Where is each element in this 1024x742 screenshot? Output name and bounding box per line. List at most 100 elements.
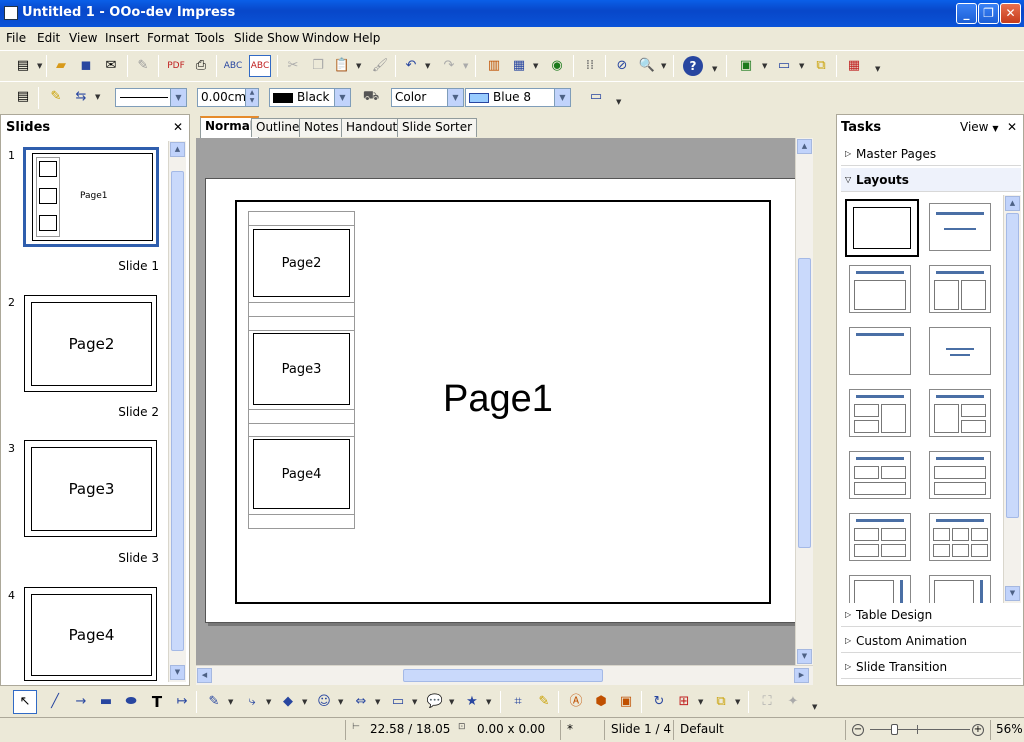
zoom-slider-thumb[interactable]: [891, 724, 898, 735]
chart-icon[interactable]: ▥: [485, 57, 503, 75]
section-layouts[interactable]: ▽ Layouts: [841, 168, 1021, 192]
paste-icon[interactable]: 📋: [333, 57, 351, 75]
zoom-slider[interactable]: [870, 729, 970, 730]
email-icon[interactable]: ✉: [102, 57, 120, 75]
extrusion-icon[interactable]: ⛶: [758, 693, 776, 711]
edit-file-icon[interactable]: ✎: [134, 57, 152, 75]
frame-page2[interactable]: Page2: [253, 229, 350, 297]
frame-page4[interactable]: Page4: [253, 439, 350, 509]
points-icon[interactable]: ⌗: [509, 693, 527, 711]
interaction-icon[interactable]: ✦: [784, 693, 802, 711]
tab-outline[interactable]: Outline: [251, 118, 305, 137]
scroll-thumb[interactable]: [171, 171, 184, 651]
menu-view[interactable]: View: [69, 31, 97, 45]
slide-title[interactable]: Page1: [443, 378, 553, 421]
menu-slide-show[interactable]: Slide Show: [234, 31, 299, 45]
scroll-down-icon[interactable]: ▼: [170, 665, 185, 680]
slide-icon[interactable]: ▣: [737, 57, 755, 75]
line-style-select[interactable]: ▼: [115, 88, 187, 107]
area-style-select[interactable]: Color ▼: [391, 88, 464, 107]
scroll-thumb[interactable]: [798, 258, 811, 548]
compass-icon[interactable]: ⊘: [613, 57, 631, 75]
layout-title-4content[interactable]: [849, 513, 911, 561]
right-splitter[interactable]: [815, 114, 835, 686]
export-pdf-icon[interactable]: PDF: [167, 57, 185, 75]
layout-vertical-title[interactable]: [849, 575, 911, 603]
slides-scrollbar[interactable]: ▲ ▼: [168, 141, 186, 682]
layout-title-only[interactable]: [929, 203, 991, 251]
text-icon[interactable]: T: [148, 693, 166, 711]
slide-thumbnail-4[interactable]: Page4: [24, 587, 157, 681]
layout-title-6content[interactable]: [929, 513, 991, 561]
tasks-panel-close-icon[interactable]: ✕: [1007, 120, 1017, 134]
maximize-button[interactable]: ❐: [978, 3, 999, 24]
clone-format-icon[interactable]: 🖌: [371, 57, 389, 75]
section-custom-animation[interactable]: ▷ Custom Animation: [841, 629, 1021, 653]
flowchart-icon[interactable]: ▭: [389, 693, 407, 711]
menu-edit[interactable]: Edit: [37, 31, 60, 45]
redo-icon[interactable]: ↷: [440, 57, 458, 75]
menu-format[interactable]: Format: [147, 31, 189, 45]
display-grid-icon[interactable]: ⁞⁞: [581, 57, 599, 75]
scroll-up-icon[interactable]: ▲: [1005, 196, 1020, 211]
zoom-out-icon[interactable]: −: [852, 724, 864, 736]
block-arrows-icon[interactable]: ⇔: [352, 693, 370, 711]
cut-icon[interactable]: ✂: [284, 57, 302, 75]
scroll-thumb[interactable]: [403, 669, 603, 682]
tasks-view-menu[interactable]: View ▼: [960, 120, 998, 134]
slide-canvas[interactable]: Page2 Page3 Page4 Page1: [205, 178, 801, 623]
shadow-icon[interactable]: ▭: [587, 88, 605, 106]
status-zoom[interactable]: 56%: [996, 722, 1023, 736]
callouts-icon[interactable]: 💬: [426, 693, 444, 711]
menu-tools[interactable]: Tools: [195, 31, 225, 45]
slide-design-icon[interactable]: ▭: [775, 57, 793, 75]
layout-title-2content[interactable]: [929, 265, 991, 313]
area-style-icon[interactable]: ⛟: [362, 88, 380, 106]
copy-icon[interactable]: ❐: [309, 57, 327, 75]
arrow-style-icon[interactable]: ⇆: [72, 88, 90, 106]
fontwork-icon[interactable]: Ⓐ: [567, 693, 585, 711]
scroll-down-icon[interactable]: ▼: [797, 649, 812, 664]
rectangle-icon[interactable]: ▬: [97, 693, 115, 711]
glue-points-icon[interactable]: ✎: [535, 693, 553, 711]
tab-notes[interactable]: Notes: [299, 118, 344, 137]
menu-window[interactable]: Window: [302, 31, 349, 45]
menu-help[interactable]: Help: [353, 31, 380, 45]
line-icon[interactable]: ╱: [46, 693, 64, 711]
save-icon[interactable]: ◼: [77, 57, 95, 75]
scroll-up-icon[interactable]: ▲: [797, 139, 812, 154]
area-color-select[interactable]: Blue 8 ▼: [465, 88, 571, 107]
layout-title-content-over[interactable]: [929, 451, 991, 499]
scroll-down-icon[interactable]: ▼: [1005, 586, 1020, 601]
arrow-icon[interactable]: →: [72, 693, 90, 711]
slide-thumbnail-3[interactable]: Page3: [24, 440, 157, 537]
tab-slide-sorter[interactable]: Slide Sorter: [397, 118, 478, 137]
gallery-icon[interactable]: ▣: [617, 693, 635, 711]
layout-vertical-content[interactable]: [929, 575, 991, 603]
layout-centered-text[interactable]: [929, 327, 991, 375]
scroll-left-icon[interactable]: ◀: [197, 668, 212, 683]
zoom-in-icon[interactable]: +: [972, 724, 984, 736]
select-icon[interactable]: ↖: [13, 690, 37, 714]
line-color-select[interactable]: Black ▼: [269, 88, 351, 107]
print-icon[interactable]: ⎙: [192, 57, 210, 75]
help-icon[interactable]: ?: [683, 56, 703, 76]
tab-handout[interactable]: Handout: [341, 118, 403, 137]
basic-shapes-icon[interactable]: ◆: [279, 693, 297, 711]
layout-title-2content-left[interactable]: [849, 389, 911, 437]
scroll-right-icon[interactable]: ▶: [794, 668, 809, 683]
spellcheck-icon[interactable]: ABC: [224, 57, 242, 75]
arrange-icon[interactable]: ⧉: [712, 693, 730, 711]
table-icon[interactable]: ▦: [510, 57, 528, 75]
layout-title-content-2content[interactable]: [929, 389, 991, 437]
layout-title-only-2[interactable]: [849, 327, 911, 375]
section-master-pages[interactable]: ▷ Master Pages: [841, 142, 1021, 166]
ellipse-icon[interactable]: ⬬: [122, 693, 140, 711]
minimize-button[interactable]: _: [956, 3, 977, 24]
menu-insert[interactable]: Insert: [105, 31, 139, 45]
editor-hscrollbar[interactable]: ◀ ▶: [196, 665, 813, 685]
editor-vscrollbar[interactable]: ▲ ▼: [795, 138, 813, 665]
alignment-icon[interactable]: ⊞: [675, 693, 693, 711]
slide-thumbnail-1[interactable]: Page1: [23, 147, 159, 247]
connector-icon[interactable]: ↦: [173, 693, 191, 711]
